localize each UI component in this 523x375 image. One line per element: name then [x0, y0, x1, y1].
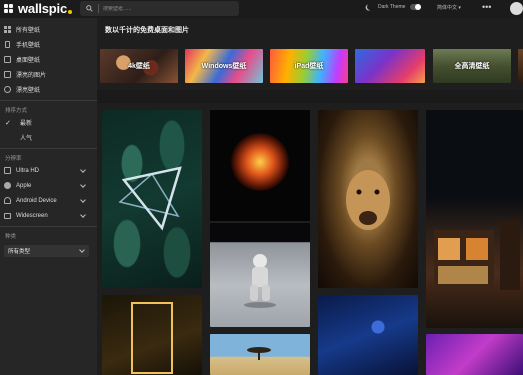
more-menu-icon[interactable]: ••• [482, 2, 491, 12]
search-bar[interactable] [80, 1, 239, 16]
category-label: 4k壁纸 [128, 63, 150, 70]
resolution-android[interactable]: Android Device [0, 193, 97, 208]
wallpaper-tile-neon-plant[interactable] [102, 110, 202, 288]
sort-option-newest[interactable]: ✓ 最新 [0, 115, 97, 130]
category-label: Windows壁纸 [201, 63, 247, 70]
chevron-down-icon [80, 167, 86, 173]
category-full-hd[interactable]: 全高清壁纸 [433, 49, 511, 83]
sidebar-item-beautiful-wallpapers[interactable]: 漂亮壁纸 [0, 82, 97, 97]
moon-icon [366, 3, 374, 11]
sidebar-item-phone-wallpapers[interactable]: 手机壁纸 [0, 37, 97, 52]
search-input[interactable] [103, 5, 223, 12]
wallpaper-tile-golden-frame[interactable] [102, 295, 202, 375]
logo-dot [67, 9, 72, 14]
section-divider [97, 90, 523, 103]
sidebar-item-label: 漂亮的图片 [16, 73, 47, 79]
chevron-down-icon [80, 182, 86, 188]
hd-icon [4, 167, 11, 174]
wallpaper-tile-savanna[interactable] [210, 334, 310, 375]
search-icon [83, 5, 95, 12]
monitor-icon [4, 56, 11, 63]
wallpaper-tile-galaxy[interactable] [318, 295, 418, 375]
category-label: iPad壁纸 [294, 63, 324, 70]
sidebar-item-label: 漂亮壁纸 [16, 88, 41, 94]
wallpaper-tile-night-shop[interactable] [426, 110, 523, 328]
logo-text: wallspic [18, 1, 67, 16]
sort-option-popular[interactable]: 人气 [0, 130, 97, 145]
sort-heading: 排序方式 [5, 107, 28, 114]
grid-icon [4, 26, 11, 33]
logo-grid-icon [4, 3, 14, 14]
category-abstract[interactable] [355, 49, 425, 83]
image-icon [4, 71, 11, 78]
resolution-widescreen[interactable]: Widescreen [0, 208, 97, 223]
widescreen-icon [4, 212, 11, 219]
chevron-down-icon [80, 197, 86, 203]
badge-icon [4, 86, 11, 93]
check-icon: ✓ [5, 119, 11, 127]
category-windows[interactable]: Windows壁纸 [185, 49, 263, 83]
sidebar-item-beautiful-pictures[interactable]: 漂亮的图片 [0, 67, 97, 82]
sidebar-item-label: 所有壁纸 [16, 28, 41, 34]
sidebar-item-label: 桌面壁纸 [16, 58, 41, 64]
search-divider [98, 4, 99, 13]
type-select-value: 所有类型 [8, 249, 31, 255]
chevron-down-icon [79, 247, 85, 253]
divider [0, 148, 97, 149]
resolution-label: Widescreen [16, 212, 48, 219]
wallpaper-tile-lion[interactable] [318, 110, 418, 288]
avatar[interactable] [510, 2, 523, 15]
apple-icon [4, 182, 11, 189]
neon-triangle-art [118, 166, 182, 231]
main-content: 数以千计的免费桌面和图片 4k壁纸 Windows壁纸 iPad壁纸 全高清壁纸 [97, 18, 523, 375]
resolution-apple[interactable]: Apple [0, 178, 97, 193]
sidebar: 所有壁纸 手机壁纸 桌面壁纸 漂亮的图片 漂亮壁纸 排序方式 ✓ 最新 人气 分… [0, 18, 97, 375]
savanna-tree-art [247, 347, 271, 360]
theme-toggle[interactable] [410, 4, 422, 10]
category-label: 全高清壁纸 [454, 63, 490, 70]
golden-frame-art [131, 302, 173, 374]
resolution-label: Android Device [16, 197, 57, 204]
logo[interactable]: wallspic [4, 1, 72, 16]
wallpaper-tile-burning-moon[interactable] [210, 110, 310, 221]
resolution-label: Apple [16, 182, 32, 189]
theme-switch[interactable]: Dark Theme [366, 3, 422, 11]
resolution-heading: 分辨率 [5, 155, 22, 162]
type-select[interactable]: 所有类型 [4, 245, 89, 257]
sort-option-label: 最新 [20, 121, 33, 127]
category-partial[interactable] [518, 49, 523, 83]
type-heading: 种类 [5, 233, 17, 240]
burning-moon-art [231, 133, 289, 191]
wallpaper-tile-astronaut[interactable] [210, 223, 310, 327]
theme-label: Dark Theme [378, 4, 406, 10]
sort-option-label: 人气 [20, 136, 33, 142]
sidebar-item-label: 手机壁纸 [16, 43, 41, 49]
resolution-label: Ultra HD [16, 167, 40, 174]
resolution-ultra-hd[interactable]: Ultra HD [0, 163, 97, 178]
top-bar: wallspic Dark Theme 简体中文 ▾ ••• [0, 0, 523, 18]
page-title: 数以千计的免费桌面和图片 [105, 27, 189, 34]
chevron-down-icon [80, 212, 86, 218]
sidebar-item-all-wallpapers[interactable]: 所有壁纸 [0, 22, 97, 37]
phone-icon [5, 41, 10, 48]
category-ipad[interactable]: iPad壁纸 [270, 49, 348, 83]
sidebar-item-desktop-wallpapers[interactable]: 桌面壁纸 [0, 52, 97, 67]
category-strip: 4k壁纸 Windows壁纸 iPad壁纸 全高清壁纸 [100, 49, 523, 83]
divider [0, 226, 97, 227]
category-4k[interactable]: 4k壁纸 [100, 49, 178, 83]
wallpaper-tile-purple-abstract[interactable] [426, 334, 523, 375]
language-selector[interactable]: 简体中文 ▾ [437, 4, 461, 11]
lion-art [346, 170, 390, 230]
android-icon [4, 197, 11, 204]
night-shop-art [434, 220, 520, 290]
astronaut-art [244, 254, 276, 308]
divider [0, 100, 97, 101]
